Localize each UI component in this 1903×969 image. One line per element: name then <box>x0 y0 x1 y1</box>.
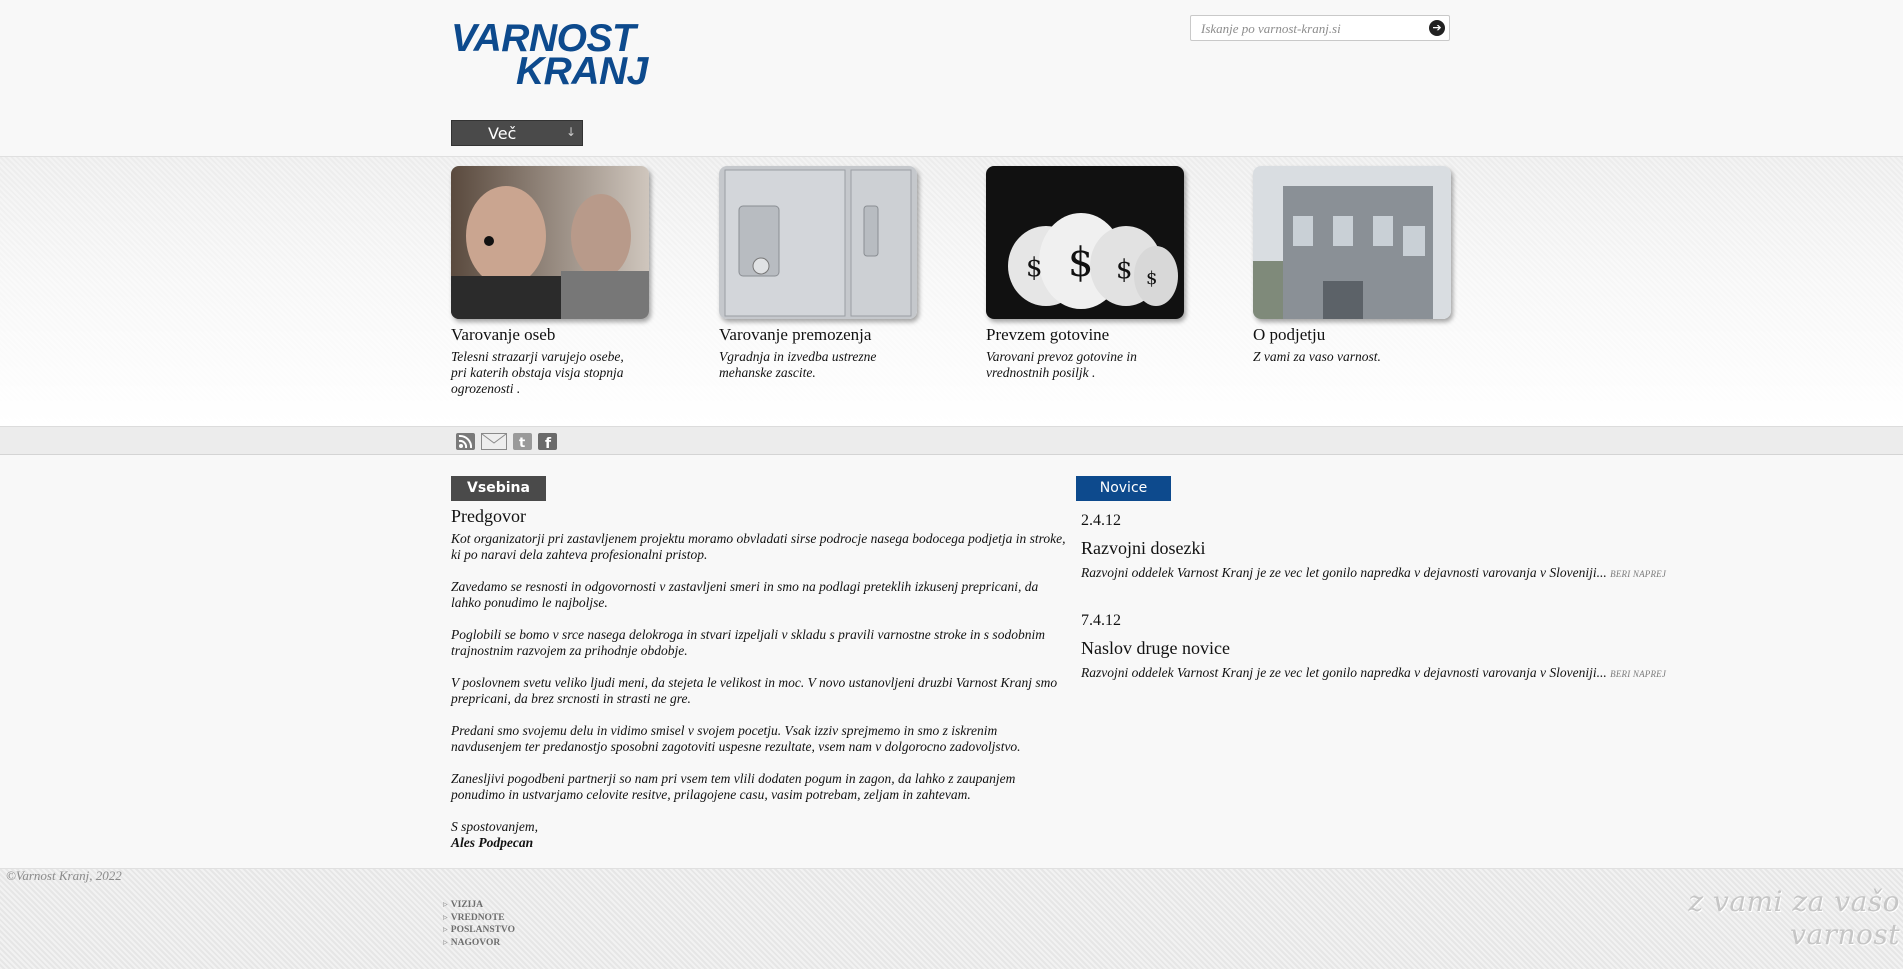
news-title[interactable]: Naslov druge novice <box>1081 638 1701 659</box>
arrow-down-icon: ↓ <box>565 125 576 139</box>
social-strip: t f <box>0 426 1903 455</box>
bullet-icon: ▹ <box>443 937 448 948</box>
rss-icon[interactable] <box>456 433 475 450</box>
footer-link-label: VREDNOTE <box>450 912 505 923</box>
search-input[interactable] <box>1199 19 1423 39</box>
feature-card-company[interactable]: O podjetju Z vami za vaso varnost. <box>1253 166 1463 365</box>
footer-link-poslanstvo[interactable]: ▹ POSLANSTVO <box>443 924 515 937</box>
feature-card-bodyguard[interactable]: Varovanje oseb Telesni strazarji varujej… <box>451 166 661 397</box>
facebook-icon[interactable]: f <box>538 433 557 450</box>
article-title: Predgovor <box>451 506 526 526</box>
article-paragraph: V poslovnem svetu veliko ljudi meni, da … <box>451 675 1058 706</box>
footer-slogan: z vami za vašo varnost <box>1688 885 1900 951</box>
article-predgovor: Predgovor Kot organizatorji pri zastavlj… <box>451 506 1071 851</box>
search-box: ➔ <box>1190 15 1450 41</box>
article-signoff: S spostovanjem, <box>451 819 538 834</box>
search-submit-icon[interactable]: ➔ <box>1429 20 1445 36</box>
more-menu-dropdown[interactable]: Več ↓ <box>451 120 583 146</box>
footer-link-nagovor[interactable]: ▹ NAGOVOR <box>443 937 515 950</box>
copyright-text: ©Varnost Kranj, 2022 <box>6 868 122 883</box>
feature-description: Telesni strazarji varujejo osebe, pri ka… <box>451 349 624 396</box>
footer-link-vizija[interactable]: ▹ VIZIJA <box>443 899 515 912</box>
footer-link-label: POSLANSTVO <box>450 925 515 935</box>
svg-text:$: $ <box>1116 255 1133 285</box>
svg-text:t: t <box>519 436 525 450</box>
article-paragraph: Zanesljivi pogodbeni partnerji so nam pr… <box>451 771 1016 802</box>
article-paragraph: Poglobili se bomo v srce nasega delokrog… <box>451 627 1045 658</box>
feature-description: Z vami za vaso varnost. <box>1253 349 1381 364</box>
news-item: 7.4.12 Naslov druge novice Razvojni odde… <box>1081 612 1701 682</box>
footer-link-label: VIZIJA <box>450 900 483 910</box>
feature-title[interactable]: Varovanje oseb <box>451 325 661 345</box>
svg-text:f: f <box>545 436 552 450</box>
news-item: 2.4.12 Razvojni dosezki Razvojni oddelek… <box>1081 512 1701 582</box>
footer-link-label: NAGOVOR <box>450 937 501 948</box>
svg-text:$: $ <box>1026 253 1043 283</box>
feature-title[interactable]: Varovanje premozenja <box>719 325 929 345</box>
read-more-link[interactable]: BERI NAPREJ <box>1610 669 1666 679</box>
more-menu-label: Več <box>488 124 517 143</box>
news-excerpt: Razvojni oddelek Varnost Kranj je ze vec… <box>1081 665 1607 680</box>
read-more-link[interactable]: BERI NAPREJ <box>1610 569 1666 579</box>
mail-icon[interactable] <box>481 433 507 450</box>
feature-description: Vgradnja in izvedba ustrezne mehanske za… <box>719 349 877 380</box>
news-date: 2.4.12 <box>1081 512 1121 529</box>
footer-links: ▹ VIZIJA ▹ VREDNOTE ▹ POSLANSTVO ▹ NAGOVOR <box>443 899 515 949</box>
article-paragraph: Predani smo svojemu delu in vidimo smise… <box>451 723 1021 754</box>
news-excerpt: Razvojni oddelek Varnost Kranj je ze vec… <box>1081 565 1607 580</box>
svg-text:$: $ <box>1146 268 1157 289</box>
footer-link-vrednote[interactable]: ▹ VREDNOTE <box>443 912 515 925</box>
bodyguard-image[interactable] <box>451 166 649 319</box>
features-band <box>0 156 1903 427</box>
tab-novice[interactable]: Novice <box>1076 476 1171 501</box>
company-building-image[interactable] <box>1253 166 1451 319</box>
feature-card-property[interactable]: Varovanje premozenja Vgradnja in izvedba… <box>719 166 929 381</box>
news-title[interactable]: Razvojni dosezki <box>1081 538 1701 559</box>
article-paragraph: Zavedamo se resnosti in odgovornosti v z… <box>451 579 1039 610</box>
svg-text:$: $ <box>1068 240 1093 286</box>
news-date: 7.4.12 <box>1081 612 1121 629</box>
safe-lockers-image[interactable] <box>719 166 917 319</box>
tab-vsebina[interactable]: Vsebina <box>451 476 546 501</box>
feature-title[interactable]: O podjetju <box>1253 325 1463 345</box>
feature-title[interactable]: Prevzem gotovine <box>986 325 1196 345</box>
bullet-icon: ▹ <box>443 912 448 923</box>
site-logo[interactable]: VARNOST KRANJ <box>451 19 671 91</box>
twitter-icon[interactable]: t <box>513 433 532 450</box>
feature-description: Varovani prevoz gotovine in vrednostnih … <box>986 349 1137 380</box>
article-paragraph: Kot organizatorji pri zastavljenem proje… <box>451 531 1066 562</box>
bullet-icon: ▹ <box>443 900 448 910</box>
article-author: Ales Podpecan <box>451 835 534 850</box>
feature-card-cash[interactable]: $ $ $ $ Prevzem gotovine Varovani prevoz… <box>986 166 1196 381</box>
money-bags-image[interactable]: $ $ $ $ <box>986 166 1184 319</box>
bullet-icon: ▹ <box>443 925 448 935</box>
